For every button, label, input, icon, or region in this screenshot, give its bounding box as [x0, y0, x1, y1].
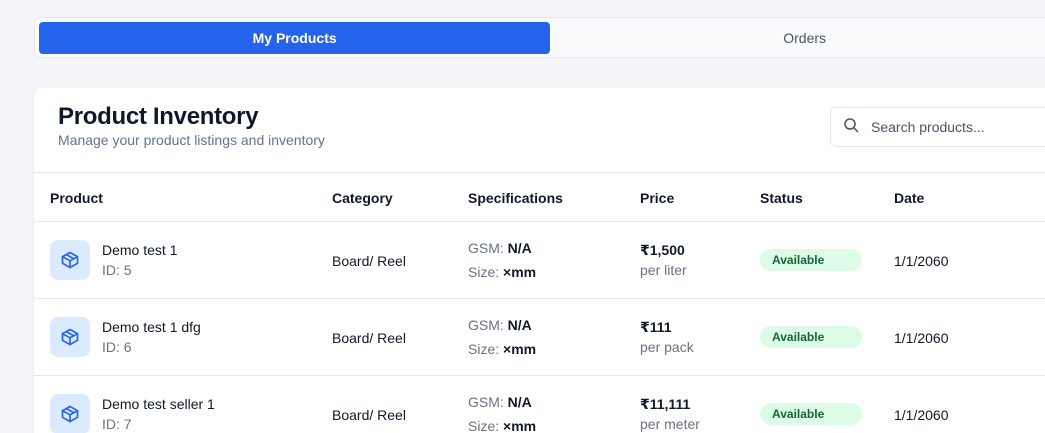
product-name: Demo test 1 dfg: [102, 319, 201, 335]
column-header-price: Price: [640, 190, 675, 206]
inventory-card: Product Inventory Manage your product li…: [34, 88, 1045, 433]
package-icon: [50, 394, 90, 433]
status-badge: Available: [760, 403, 862, 425]
package-icon: [50, 240, 90, 280]
status-badge: Available: [760, 249, 862, 271]
card-header: Product Inventory Manage your product li…: [34, 88, 1045, 173]
spec-size-label: Size:: [468, 418, 500, 433]
spec-gsm-label: GSM:: [468, 394, 504, 410]
product-id: ID: 6: [102, 339, 132, 355]
product-name: Demo test seller 1: [102, 396, 215, 412]
spec-size-label: Size:: [468, 264, 500, 280]
table-row[interactable]: Demo test seller 1 ID: 7 Board/ Reel GSM…: [34, 376, 1045, 433]
column-header-category: Category: [332, 190, 393, 206]
status-badge: Available: [760, 326, 862, 348]
spec-gsm-value: N/A: [507, 240, 532, 256]
spec-gsm-value: N/A: [507, 394, 532, 410]
spec-size: Size: ×mm: [468, 264, 536, 280]
page-subtitle: Manage your product listings and invento…: [58, 132, 325, 148]
price-unit: per liter: [640, 262, 687, 278]
spec-gsm-value: N/A: [507, 317, 532, 333]
column-header-date: Date: [894, 190, 925, 206]
product-price: ₹11,111: [640, 396, 691, 412]
spec-size-label: Size:: [468, 341, 500, 357]
spec-size: Size: ×mm: [468, 418, 536, 433]
search-icon: [843, 117, 859, 138]
price-unit: per meter: [640, 416, 700, 432]
product-date: 1/1/2060: [894, 330, 949, 346]
spec-gsm-label: GSM:: [468, 240, 504, 256]
product-id: ID: 7: [102, 416, 132, 432]
search-input[interactable]: [871, 119, 1045, 135]
product-category: Board/ Reel: [332, 407, 406, 423]
tab-my-products[interactable]: My Products: [39, 21, 551, 54]
product-price: ₹1,500: [640, 242, 685, 258]
price-unit: per pack: [640, 339, 694, 355]
product-category: Board/ Reel: [332, 330, 406, 346]
product-id: ID: 5: [102, 262, 132, 278]
spec-gsm: GSM: N/A: [468, 394, 532, 410]
spec-size: Size: ×mm: [468, 341, 536, 357]
spec-size-value: ×mm: [503, 264, 537, 280]
product-category: Board/ Reel: [332, 253, 406, 269]
table-row[interactable]: Demo test 1 ID: 5 Board/ Reel GSM: N/A S…: [34, 222, 1045, 299]
product-date: 1/1/2060: [894, 407, 949, 423]
column-header-specifications: Specifications: [468, 190, 563, 206]
spec-gsm: GSM: N/A: [468, 240, 532, 256]
tab-orders[interactable]: Orders: [550, 22, 1045, 54]
package-icon: [50, 317, 90, 357]
product-name: Demo test 1: [102, 242, 178, 258]
spec-gsm-label: GSM:: [468, 317, 504, 333]
spec-size-value: ×mm: [503, 341, 537, 357]
tab-bar: My Products Orders: [34, 17, 1045, 58]
table-header: Product Category Specifications Price St…: [34, 173, 1045, 222]
spec-size-value: ×mm: [503, 418, 537, 433]
column-header-status: Status: [760, 190, 803, 206]
column-header-product: Product: [50, 190, 103, 206]
spec-gsm: GSM: N/A: [468, 317, 532, 333]
product-date: 1/1/2060: [894, 253, 949, 269]
search-box[interactable]: [830, 107, 1045, 147]
table-row[interactable]: Demo test 1 dfg ID: 6 Board/ Reel GSM: N…: [34, 299, 1045, 376]
page-title: Product Inventory: [58, 103, 259, 130]
product-price: ₹111: [640, 319, 672, 335]
